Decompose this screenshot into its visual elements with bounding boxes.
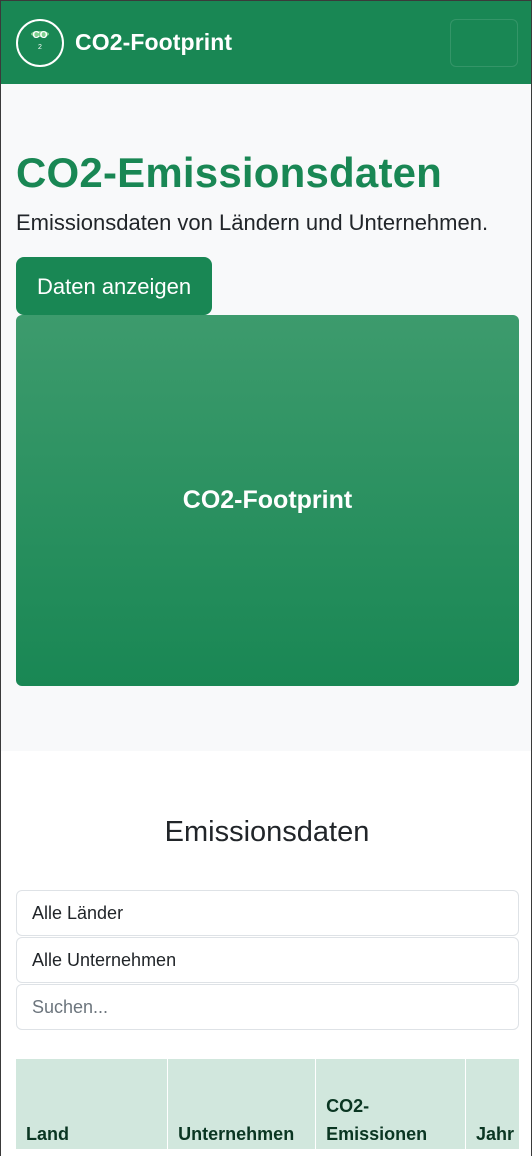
hero-card: CO2-Footprint (16, 315, 519, 686)
column-header-company[interactable]: Unternehmen (167, 1059, 317, 1149)
table-container: Land Unternehmen CO2-Emissionen (Tonnen)… (16, 1059, 519, 1149)
column-header-country[interactable]: Land (16, 1059, 169, 1149)
section-title: Emissionsdaten (164, 816, 370, 848)
hero-card-text: CO2-Footprint (182, 486, 353, 514)
filters: Alle Länder Alle Unternehmen Suchen... (16, 890, 519, 1030)
company-select[interactable]: Alle Unternehmen (16, 937, 519, 983)
page-title: CO2-Emissionsdaten (16, 149, 443, 196)
navbar: CO 2 CO2-Footprint (1, 1, 531, 84)
emissions-table: Land Unternehmen CO2-Emissionen (Tonnen)… (16, 1059, 519, 1149)
column-header-year[interactable]: Jahr (465, 1059, 519, 1149)
show-data-button[interactable]: Daten anzeigen (16, 257, 213, 315)
logo-text: CO (32, 30, 48, 41)
brand-name[interactable]: CO2-Footprint (75, 29, 232, 56)
hero-lead: Emissionsdaten von Ländern und Unternehm… (16, 210, 489, 235)
table-header-row: Land Unternehmen CO2-Emissionen (Tonnen)… (16, 1059, 519, 1149)
data-section: Emissionsdaten Alle Länder Alle Unterneh… (1, 751, 531, 1149)
navbar-toggler-button[interactable] (450, 19, 518, 67)
search-input[interactable]: Suchen... (16, 984, 519, 1030)
logo-subscript: 2 (38, 44, 42, 51)
logo[interactable]: CO 2 (16, 18, 64, 67)
country-select[interactable]: Alle Länder (16, 890, 519, 936)
hero-section: CO2-Emissionsdaten Emissionsdaten von Lä… (1, 84, 531, 751)
column-header-emissions[interactable]: CO2-Emissionen (Tonnen) (315, 1059, 467, 1149)
